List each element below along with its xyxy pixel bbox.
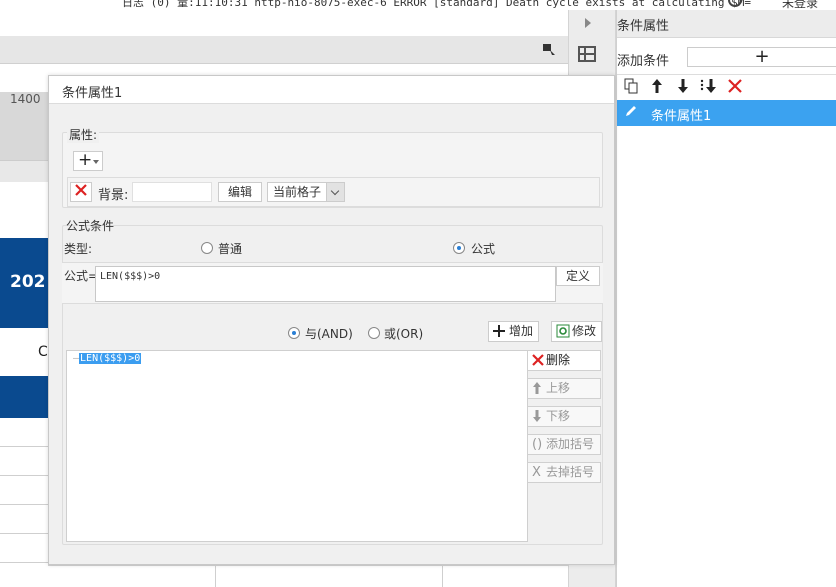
- login-link[interactable]: 未登录: [782, 0, 818, 10]
- properties-legend: 属性:: [67, 126, 100, 143]
- column-ruler: 1400: [0, 92, 48, 160]
- logic-and-radio[interactable]: [288, 327, 300, 339]
- formula-condition-group: 公式条件 类型: 普通 公式 公式= LEN($$$)>0 定义 与(AND) …: [62, 219, 603, 545]
- type-normal-label: 普通: [218, 242, 243, 256]
- condition-tree-item[interactable]: —LEN($$$)>0: [73, 353, 142, 364]
- chevron-down-icon: [326, 183, 344, 201]
- edit-background-button[interactable]: 编辑: [218, 182, 262, 202]
- logic-and-label: 与(AND): [305, 327, 353, 341]
- modify-condition-button[interactable]: 修改: [551, 321, 602, 342]
- cell-char: C: [38, 344, 48, 360]
- add-condition-row: 添加条件 +: [617, 44, 836, 72]
- add-parentheses-label: 添加括号: [546, 437, 595, 451]
- define-formula-button[interactable]: 定义: [556, 266, 600, 286]
- ruler-number: 1400: [10, 92, 41, 106]
- log-status-bar: 日志 (0) 量:11:10:31 http-nio-8075-exec-6 E…: [0, 0, 836, 10]
- condition-tree-item-label: LEN($$$)>0: [79, 353, 142, 364]
- move-up-button[interactable]: 上移: [527, 378, 601, 399]
- report-header-band: [0, 376, 48, 418]
- plus-icon: [493, 322, 505, 342]
- move-up-label: 上移: [546, 381, 571, 395]
- type-label: 类型:: [64, 242, 93, 256]
- condition-attributes-panel: 条件属性 添加条件 + 条件属性1: [616, 10, 836, 587]
- add-parentheses-button[interactable]: () 添加括号: [527, 434, 601, 455]
- add-condition-button[interactable]: 增加: [488, 321, 539, 342]
- condition-list-toolbar: [617, 74, 836, 100]
- delete-icon[interactable]: [725, 78, 745, 98]
- parentheses-icon: (): [532, 437, 543, 452]
- arrow-up-icon[interactable]: [647, 78, 667, 98]
- arrow-up-icon: [532, 379, 542, 400]
- panel-title: 条件属性: [617, 19, 670, 34]
- arrow-down-icon: [532, 407, 542, 428]
- logic-or-radio[interactable]: [368, 327, 380, 339]
- add-condition-label: 增加: [509, 324, 534, 338]
- delete-icon: [532, 351, 544, 372]
- remove-property-button[interactable]: [70, 182, 92, 202]
- formula-legend: 公式条件: [66, 219, 115, 233]
- chevron-down-icon: [93, 160, 99, 164]
- properties-group: 属性: + 背景: 编辑 当前格子: [62, 126, 603, 208]
- formula-row: 公式= LEN($$$)>0 定义: [62, 262, 603, 304]
- condition-tree[interactable]: —LEN($$$)>0: [66, 350, 528, 542]
- condition-item-label: 条件属性1: [651, 109, 712, 124]
- cell-attributes-icon[interactable]: [578, 46, 596, 62]
- scope-select[interactable]: 当前格子: [267, 182, 345, 202]
- report-grid-bottom: [48, 565, 568, 587]
- type-formula-radio[interactable]: [453, 242, 465, 254]
- formula-input[interactable]: LEN($$$)>0: [95, 266, 556, 302]
- remove-parentheses-label: 去掉括号: [546, 465, 595, 479]
- ruler-strip: [0, 160, 48, 182]
- scope-value: 当前格子: [273, 185, 322, 199]
- report-banner: 202: [0, 238, 48, 328]
- add-property-button[interactable]: +: [73, 151, 103, 171]
- expand-corner-icon[interactable]: [543, 44, 555, 56]
- move-down-button[interactable]: 下移: [527, 406, 601, 427]
- add-condition-label: 添加条件: [617, 54, 670, 69]
- gear-edit-icon: [556, 322, 570, 343]
- logic-row: 与(AND) 或(OR) 增加 修改: [62, 319, 603, 345]
- type-formula-label: 公式: [471, 242, 496, 256]
- collapse-arrow-icon[interactable]: [585, 18, 591, 28]
- copy-icon[interactable]: [621, 78, 641, 98]
- pencil-icon: [623, 104, 639, 120]
- add-property-label: +: [78, 150, 93, 170]
- panel-header: 条件属性: [617, 10, 836, 38]
- add-condition-button[interactable]: +: [687, 47, 836, 67]
- arrow-down-icon[interactable]: [673, 78, 693, 98]
- dialog-title: 条件属性1: [49, 76, 614, 104]
- move-bottom-icon[interactable]: [699, 78, 719, 98]
- remove-parentheses-button[interactable]: X 去掉括号: [527, 462, 601, 483]
- background-label: 背景:: [98, 188, 129, 203]
- type-normal-radio[interactable]: [201, 242, 213, 254]
- remove-parentheses-icon: X: [532, 465, 541, 480]
- banner-text: 202: [10, 272, 46, 292]
- condition-attribute-dialog: 条件属性1 属性: + 背景: 编辑 当前格子 公式条件 类型: 普通 公式 公…: [48, 75, 615, 565]
- modify-condition-label: 修改: [572, 324, 597, 338]
- background-property-row: 背景: 编辑 当前格子: [67, 177, 600, 207]
- logic-or-label: 或(OR): [384, 327, 424, 341]
- move-down-label: 下移: [546, 409, 571, 423]
- report-cell[interactable]: C: [0, 328, 48, 376]
- condition-list-item[interactable]: 条件属性1: [617, 100, 836, 126]
- background-color-swatch[interactable]: [132, 182, 212, 202]
- log-text: 日志 (0) 量:11:10:31 http-nio-8075-exec-6 E…: [122, 0, 752, 9]
- delete-condition-label: 删除: [546, 353, 571, 367]
- report-rows: [0, 418, 48, 587]
- designer-toolbar: [0, 36, 568, 64]
- condition-list: 条件属性1: [617, 100, 836, 126]
- formula-label: 公式=: [64, 269, 99, 283]
- delete-icon: [75, 184, 87, 196]
- type-row: 类型: 普通 公式: [64, 237, 601, 261]
- delete-condition-button[interactable]: 删除: [527, 350, 601, 371]
